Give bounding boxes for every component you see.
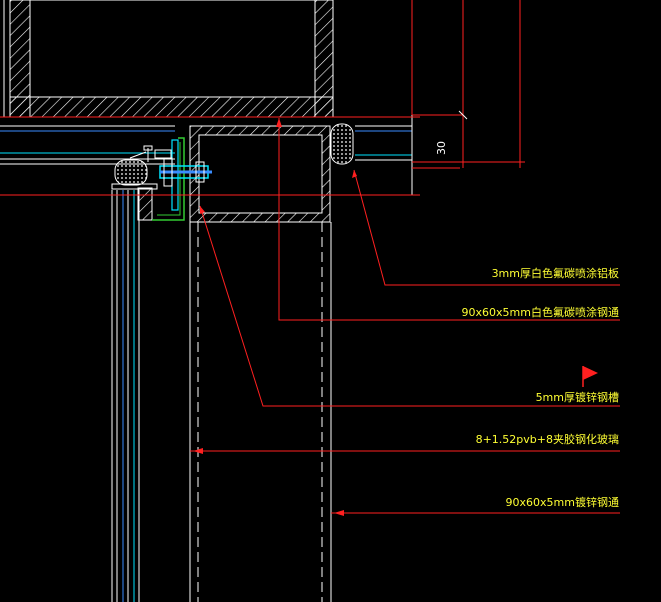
horizontal-steel-tube xyxy=(189,125,331,223)
label-aluminum-panel: 3mm厚白色氟碳喷涂铝板 xyxy=(492,266,619,280)
label-laminated-glass: 8+1.52pvb+8夹胶钢化玻璃 xyxy=(476,432,619,446)
red-flag-icon xyxy=(582,366,598,387)
dimension-annotation: 30 xyxy=(411,0,525,169)
cad-detail-drawing: 30 3mm厚白色氟碳喷涂铝板 90x60x5mm白色氟碳喷涂钢通 5mm厚镀锌… xyxy=(0,0,620,602)
label-steel-tube-white: 90x60x5mm白色氟碳喷涂钢通 xyxy=(462,305,619,319)
horizontal-glass-panel xyxy=(0,125,175,165)
label-steel-channel: 5mm厚镀锌钢槽 xyxy=(536,390,619,404)
label-steel-tube-galv: 90x60x5mm镀锌钢通 xyxy=(506,495,619,509)
right-aluminum-panel xyxy=(330,115,413,195)
upper-structure-frame xyxy=(3,0,334,118)
vertical-mullion xyxy=(189,222,332,602)
callout-labels: 3mm厚白色氟碳喷涂铝板 90x60x5mm白色氟碳喷涂钢通 5mm厚镀锌钢槽 … xyxy=(462,266,619,509)
vertical-glass-panel xyxy=(111,190,140,602)
dimension-value: 30 xyxy=(435,141,448,155)
